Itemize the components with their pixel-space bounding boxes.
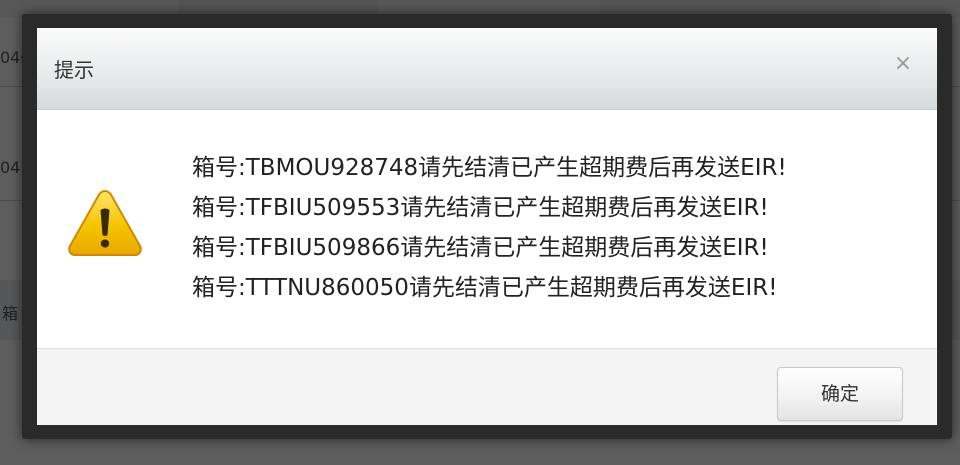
ok-button[interactable]: 确定: [777, 367, 903, 421]
alert-dialog-frame: 提示 × 箱号:TBMOU928748请先结清已产生超期费后再发送EIR! 箱号…: [22, 14, 952, 439]
alert-dialog: 提示 × 箱号:TBMOU928748请先结清已产生超期费后再发送EIR! 箱号…: [37, 28, 937, 425]
dialog-footer: 确定: [37, 348, 937, 425]
warning-icon: [68, 189, 142, 256]
dialog-body: 箱号:TBMOU928748请先结清已产生超期费后再发送EIR! 箱号:TFBI…: [37, 110, 937, 348]
message-line: 箱号:TTTNU860050请先结清已产生超期费后再发送EIR!: [192, 275, 778, 301]
message-list: 箱号:TBMOU928748请先结清已产生超期费后再发送EIR! 箱号:TFBI…: [192, 148, 787, 308]
message-line: 箱号:TFBIU509866请先结清已产生超期费后再发送EIR!: [192, 235, 769, 261]
dialog-header: 提示 ×: [37, 28, 937, 110]
dialog-title: 提示: [54, 58, 94, 82]
close-button[interactable]: ×: [891, 50, 915, 78]
message-line: 箱号:TBMOU928748请先结清已产生超期费后再发送EIR!: [192, 155, 787, 181]
message-line: 箱号:TFBIU509553请先结清已产生超期费后再发送EIR!: [192, 195, 769, 221]
